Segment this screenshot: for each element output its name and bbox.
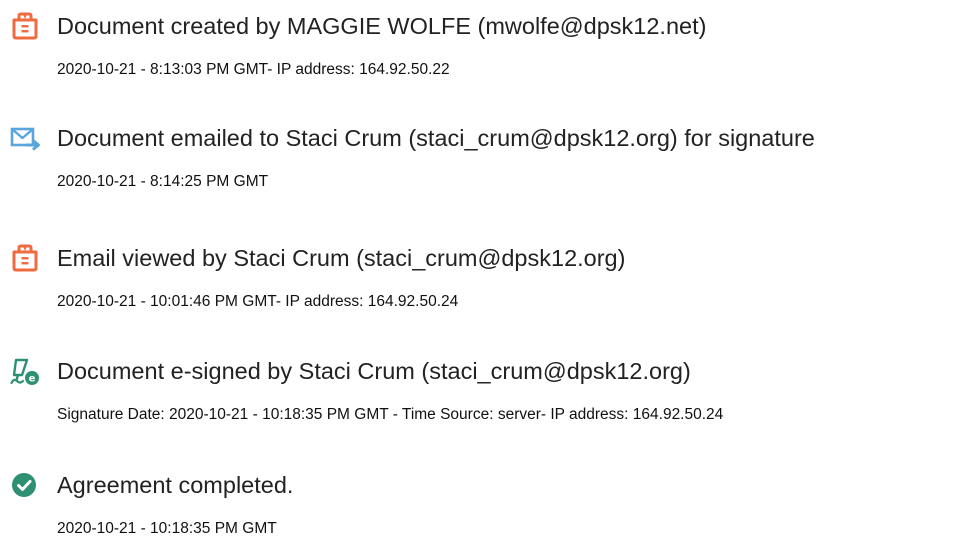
document-created-icon — [10, 11, 40, 41]
event-detail: 2020-10-21 - 8:13:03 PM GMT- IP address:… — [57, 61, 450, 78]
audit-event-email-viewed: Email viewed by Staci Crum (staci_crum@d… — [10, 241, 975, 321]
audit-event-document-created: Document created by MAGGIE WOLFE (mwolfe… — [10, 9, 975, 89]
audit-event-document-e-signed: e Document e-signed by Staci Crum (staci… — [10, 354, 975, 434]
event-title: Document created by MAGGIE WOLFE (mwolfe… — [57, 13, 707, 39]
email-sent-icon — [10, 123, 40, 153]
event-title: Document emailed to Staci Crum (staci_cr… — [57, 125, 815, 151]
event-detail: 2020-10-21 - 8:14:25 PM GMT — [57, 173, 269, 190]
svg-text:e: e — [29, 374, 36, 385]
event-title: Agreement completed. — [57, 472, 294, 498]
email-viewed-icon — [10, 243, 40, 273]
e-signed-icon: e — [10, 356, 40, 386]
event-title: Email viewed by Staci Crum (staci_crum@d… — [57, 245, 626, 271]
event-detail: 2020-10-21 - 10:01:46 PM GMT- IP address… — [57, 293, 459, 310]
audit-event-document-emailed: Document emailed to Staci Crum (staci_cr… — [10, 121, 975, 201]
checkmark-circle-icon — [10, 470, 40, 500]
event-title: Document e-signed by Staci Crum (staci_c… — [57, 358, 691, 384]
audit-event-agreement-completed: Agreement completed. 2020-10-21 - 10:18:… — [10, 468, 975, 548]
event-detail: Signature Date: 2020-10-21 - 10:18:35 PM… — [57, 406, 724, 423]
